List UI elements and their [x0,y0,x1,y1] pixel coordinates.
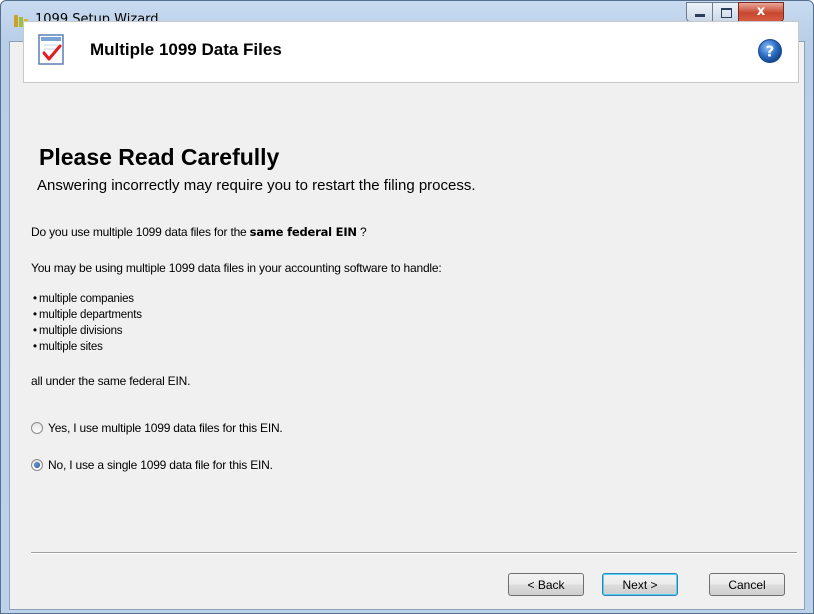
section-heading: Please Read Carefully [39,144,280,170]
cancel-button[interactable]: Cancel [709,573,785,596]
list-item-label: multiple departments [39,309,142,321]
close-icon: x [756,4,766,19]
question-text: Do you use multiple 1099 data files for … [31,225,367,239]
list-item: • multiple departments [33,309,142,321]
list-item: • multiple companies [33,293,134,305]
footer-divider [31,552,797,554]
radio-no[interactable] [31,459,43,471]
list-item: • multiple sites [33,341,103,353]
next-button[interactable]: Next > [602,573,678,596]
maximize-icon [721,8,732,18]
list-item-label: multiple divisions [39,325,123,337]
back-button[interactable]: < Back [508,573,584,596]
list-item-label: multiple companies [39,293,134,305]
section-subheading: Answering incorrectly may require you to… [37,177,476,194]
option-no-label[interactable]: No, I use a single 1099 data file for th… [48,458,273,472]
checklist-icon [38,34,64,65]
option-yes-multiple[interactable]: Yes, I use multiple 1099 data files for … [31,419,283,437]
minimize-icon [695,14,705,17]
svg-text:?: ? [766,43,775,61]
page-title: Multiple 1099 Data Files [90,40,282,59]
question-emphasis: same federal EIN [249,225,357,239]
bullet-list: • multiple companies • multiple department… [33,291,142,355]
minimize-button[interactable] [686,2,713,22]
close-button[interactable]: x [738,2,784,22]
help-icon[interactable]: ? [757,38,783,64]
radio-yes[interactable] [31,422,43,434]
list-item: • multiple divisions [33,325,123,337]
option-no-single[interactable]: No, I use a single 1099 data file for th… [31,456,273,474]
question-suffix: ? [356,225,367,239]
wizard-header: Multiple 1099 Data Files ? [23,21,799,83]
ein-note: all under the same federal EIN. [31,374,191,388]
wizard-window: 1099 Setup Wizard x Multiple 1099 Data F… [0,0,814,614]
list-item-label: multiple sites [39,341,103,353]
info-text: You may be using multiple 1099 data file… [31,261,442,275]
maximize-button[interactable] [712,2,739,22]
option-yes-label[interactable]: Yes, I use multiple 1099 data files for … [48,421,283,435]
question-prefix: Do you use multiple 1099 data files for … [31,225,250,239]
